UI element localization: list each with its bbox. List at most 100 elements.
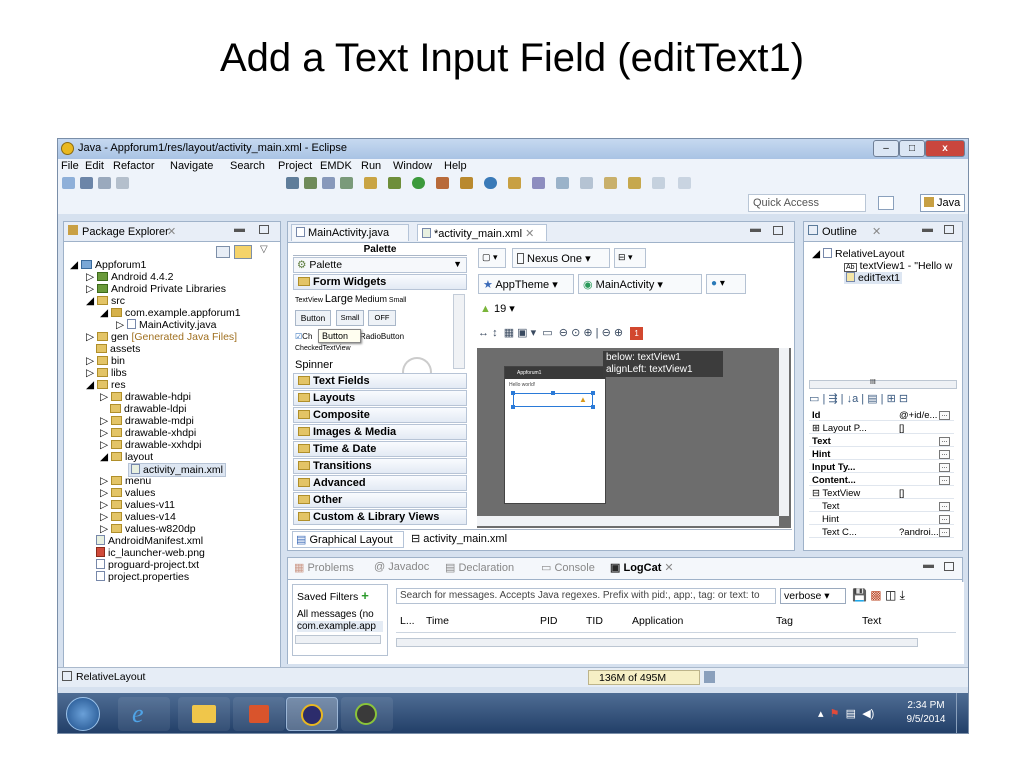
tree-item-layout[interactable]: ◢ layout xyxy=(100,451,153,463)
toggle-view-icon[interactable]: ◫ xyxy=(885,588,896,602)
edit-property-icon[interactable]: ... xyxy=(939,411,950,420)
advanced-icon[interactable]: ▤ xyxy=(867,393,877,405)
annotation-icon[interactable] xyxy=(556,177,569,189)
layout-props-icon[interactable]: ▭ xyxy=(809,393,819,405)
tree-item-src[interactable]: ◢ src xyxy=(86,295,125,307)
edit-property-icon[interactable]: ... xyxy=(939,476,950,485)
edit-property-icon[interactable]: ... xyxy=(939,515,950,524)
medium-text-widget[interactable]: Medium xyxy=(355,294,387,304)
tree-item-private-libraries[interactable]: ▷ Android Private Libraries xyxy=(86,283,226,295)
resize-handle[interactable] xyxy=(511,405,515,409)
spinner-widget[interactable]: Spinner xyxy=(295,359,333,371)
gravity-icon[interactable]: ▣ xyxy=(517,327,527,339)
layout-canvas[interactable]: Appforum1 Hello world! ▲ below: textView… xyxy=(477,348,791,528)
textview-widget[interactable]: TextView xyxy=(295,297,323,304)
outline-hscroll[interactable]: III xyxy=(809,379,957,389)
zoom-in-icon[interactable]: ⊕ xyxy=(614,327,623,339)
new-class-icon[interactable] xyxy=(484,177,497,189)
filter-hscroll[interactable] xyxy=(295,635,381,644)
toggle-button-widget[interactable]: OFF xyxy=(368,310,396,326)
palette-category-images-media[interactable]: Images & Media xyxy=(293,424,467,440)
open-perspective-icon[interactable] xyxy=(878,196,894,210)
zoom-real-icon[interactable]: ⊕ xyxy=(583,327,592,339)
log-level-dropdown[interactable]: verbose ▾ xyxy=(780,588,846,604)
start-button-icon[interactable] xyxy=(66,697,100,731)
tree-item-drawable-xxhdpi[interactable]: ▷ drawable-xxhdpi xyxy=(100,439,201,451)
tree-item-bin[interactable]: ▷ bin xyxy=(86,355,125,367)
filter-all-messages[interactable]: All messages (no xyxy=(297,609,383,620)
checked-textview-widget[interactable]: CheckedTextView xyxy=(295,345,351,352)
zoom-fit-icon[interactable]: ⊖ xyxy=(559,327,568,339)
tree-item-values-w820dp[interactable]: ▷ values-w820dp xyxy=(100,523,196,535)
menu-search[interactable]: Search xyxy=(230,160,265,172)
debug-icon[interactable] xyxy=(388,177,401,189)
tree-item-values[interactable]: ▷ values xyxy=(100,487,155,499)
minimize-editor-icon[interactable]: ▬ xyxy=(750,223,761,235)
property-row[interactable]: Input Ty...... xyxy=(809,462,954,473)
view-menu-icon[interactable]: ▽ xyxy=(260,244,268,255)
outline-root[interactable]: ◢ RelativeLayout xyxy=(812,248,904,260)
clear-log-icon[interactable]: ▩ xyxy=(870,588,881,602)
link-editor-icon[interactable] xyxy=(234,245,252,259)
menu-window[interactable]: Window xyxy=(393,160,432,172)
small-text-widget[interactable]: Small xyxy=(389,297,407,304)
volume-icon[interactable]: ◀) xyxy=(862,708,874,720)
maximize-editor-icon[interactable] xyxy=(773,226,783,235)
property-row[interactable]: Content...... xyxy=(809,475,954,486)
locale-dropdown[interactable]: ● ▾ xyxy=(706,274,746,294)
close-button[interactable]: x xyxy=(925,140,965,157)
tree-item-libs[interactable]: ▷ libs xyxy=(86,367,127,379)
col-tid[interactable]: TID xyxy=(586,615,603,627)
button-widget[interactable]: Button xyxy=(295,310,331,326)
back-icon[interactable] xyxy=(628,177,641,189)
property-row[interactable]: Id @+id/e...... xyxy=(809,410,954,421)
outline-tab[interactable]: Outline ✕ ▬ xyxy=(804,222,962,242)
menu-file[interactable]: File xyxy=(61,160,79,172)
minimize-button[interactable]: – xyxy=(873,140,899,157)
outline-textview1[interactable]: Ab textView1 - "Hello w xyxy=(844,260,952,272)
tree-item-drawable-ldpi[interactable]: drawable-ldpi xyxy=(110,403,186,415)
palette-category-time-date[interactable]: Time & Date xyxy=(293,441,467,457)
check-icon[interactable] xyxy=(340,177,353,189)
collapse-all-props-icon[interactable]: ⊟ xyxy=(899,393,908,405)
gc-icon[interactable] xyxy=(704,671,715,683)
radio-button-widget[interactable]: RadioButton xyxy=(360,332,404,341)
tab-graphical-layout[interactable]: ▤ Graphical Layout xyxy=(292,531,404,548)
property-row[interactable]: ⊞ Layout P... [] xyxy=(809,423,954,434)
menu-project[interactable]: Project xyxy=(278,160,312,172)
avd-manager-icon[interactable] xyxy=(304,177,317,189)
close-logcat-icon[interactable]: ✕ xyxy=(664,562,673,574)
col-level[interactable]: L... xyxy=(400,615,415,627)
col-text[interactable]: Text xyxy=(862,615,881,627)
menu-run[interactable]: Run xyxy=(361,160,381,172)
tab-declaration[interactable]: ▤ Declaration xyxy=(445,561,514,574)
minimize-bottom-icon[interactable]: ▬ xyxy=(923,559,934,571)
maximize-bottom-icon[interactable] xyxy=(944,562,954,571)
collapse-all-icon[interactable] xyxy=(216,246,230,258)
fill-height-icon[interactable]: ↕ xyxy=(492,327,498,339)
tree-item-res[interactable]: ◢ res xyxy=(86,379,126,391)
lint-warning-badge[interactable]: 1 xyxy=(630,327,644,340)
close-view-icon[interactable]: ✕ xyxy=(167,225,176,238)
save-all-icon[interactable] xyxy=(98,177,111,189)
property-value[interactable]: [] xyxy=(899,423,954,434)
tree-item-drawable-xhdpi[interactable]: ▷ drawable-xhdpi xyxy=(100,427,196,439)
resize-handle[interactable] xyxy=(551,391,555,395)
save-log-icon[interactable]: 💾 xyxy=(852,588,867,602)
package-explorer-tab[interactable]: Package Explorer ✕ ▬ xyxy=(64,222,280,242)
tab-mainactivity[interactable]: MainActivity.java xyxy=(291,224,409,241)
search-tool-icon[interactable] xyxy=(532,177,545,189)
tree-item-appforum1[interactable]: ◢ Appforum1 xyxy=(70,259,146,271)
palette-category-transitions[interactable]: Transitions xyxy=(293,458,467,474)
tree-item-proguard[interactable]: proguard-project.txt xyxy=(96,559,199,571)
small-button-widget[interactable]: Small xyxy=(336,310,364,326)
palette-category-text-fields[interactable]: Text Fields xyxy=(293,373,467,389)
scroll-lock-icon[interactable]: ⤓ xyxy=(900,588,905,602)
resize-handle[interactable] xyxy=(511,391,515,395)
expand-all-icon[interactable]: ⊞ xyxy=(887,393,896,405)
tree-item-gen[interactable]: ▷ gen [Generated Java Files] xyxy=(86,331,237,343)
pin-icon[interactable] xyxy=(678,177,691,189)
property-row[interactable]: Text C... ?androi...... xyxy=(809,527,954,538)
edit-property-icon[interactable]: ... xyxy=(939,502,950,511)
new-package-icon[interactable] xyxy=(460,177,473,189)
